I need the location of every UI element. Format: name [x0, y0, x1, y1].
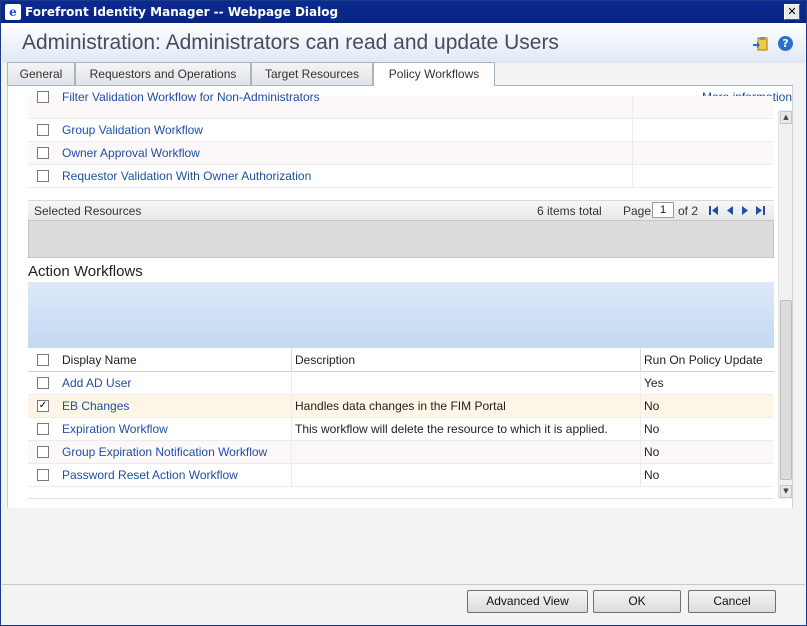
run-on-policy-update-value: No: [644, 399, 660, 413]
column-divider: [640, 349, 641, 372]
export-icon[interactable]: [752, 36, 768, 52]
workflow-link[interactable]: Filter Validation Workflow for Non-Admin…: [62, 90, 320, 104]
workflow-description: Handles data changes in the FIM Portal: [295, 399, 506, 413]
row-checkbox-checked[interactable]: ✓: [37, 400, 49, 412]
column-divider: [291, 441, 292, 464]
workflow-link[interactable]: Group Expiration Notification Workflow: [62, 445, 267, 459]
first-page-icon[interactable]: [709, 205, 719, 216]
tab-strip: General Requestors and Operations Target…: [7, 62, 802, 87]
action-workflows-title: Action Workflows: [28, 263, 143, 280]
row-checkbox[interactable]: [37, 124, 49, 136]
last-page-icon[interactable]: [755, 205, 765, 216]
column-divider: [632, 165, 633, 188]
table-row: Group Expiration Notification Workflow N…: [28, 441, 773, 464]
table-row: Add AD User Yes: [28, 372, 773, 395]
column-header-run-on-policy-update[interactable]: Run On Policy Update: [644, 353, 763, 367]
scroll-up-arrow-icon[interactable]: ▲: [780, 111, 792, 124]
workflow-link[interactable]: Expiration Workflow: [62, 422, 168, 436]
column-header-display-name[interactable]: Display Name: [62, 353, 137, 367]
column-divider: [640, 372, 641, 395]
table-bottom-border: [28, 486, 774, 499]
page-header: Administration: Administrators can read …: [2, 23, 805, 63]
row-checkbox[interactable]: [37, 377, 49, 389]
row-checkbox[interactable]: [37, 446, 49, 458]
column-divider: [640, 395, 641, 418]
tab-target-resources[interactable]: Target Resources: [251, 62, 373, 86]
cancel-button[interactable]: Cancel: [688, 590, 776, 613]
workflow-link[interactable]: Requestor Validation With Owner Authoriz…: [62, 169, 311, 183]
workflow-link[interactable]: Group Validation Workflow: [62, 123, 203, 137]
selected-resources-bar: Selected Resources 6 items total Page 1 …: [28, 200, 774, 220]
column-divider: [640, 464, 641, 487]
row-checkbox[interactable]: [37, 147, 49, 159]
run-on-policy-update-value: No: [644, 445, 660, 459]
advanced-view-button[interactable]: Advanced View: [467, 590, 588, 613]
window-title: Forefront Identity Manager -- Webpage Di…: [25, 5, 339, 19]
action-workflows-search-panel: [28, 282, 774, 348]
list-item: Requestor Validation With Owner Authoriz…: [28, 165, 773, 188]
row-checkbox[interactable]: [37, 423, 49, 435]
table-row: ✓ EB Changes Handles data changes in the…: [28, 395, 773, 418]
row-checkbox[interactable]: [37, 469, 49, 481]
dialog-footer: Advanced View OK Cancel: [2, 508, 805, 625]
help-icon[interactable]: ?: [778, 36, 793, 51]
page-label: Page: [623, 204, 652, 218]
table-row: Password Reset Action Workflow No: [28, 464, 773, 487]
list-item: Owner Approval Workflow: [28, 142, 773, 165]
workflow-link[interactable]: Password Reset Action Workflow: [62, 468, 238, 482]
page-of-label: of 2: [678, 204, 699, 218]
workflow-link[interactable]: Owner Approval Workflow: [62, 146, 200, 160]
select-all-checkbox[interactable]: [37, 354, 49, 366]
column-header-description[interactable]: Description: [295, 353, 355, 367]
table-row: Expiration Workflow This workflow will d…: [28, 418, 773, 441]
tab-general[interactable]: General: [7, 62, 75, 86]
run-on-policy-update-value: No: [644, 422, 660, 436]
close-button[interactable]: ✕: [784, 4, 800, 20]
column-divider: [291, 372, 292, 395]
dialog-window: e Forefront Identity Manager -- Webpage …: [0, 0, 807, 626]
tab-requestors-and-operations[interactable]: Requestors and Operations: [75, 62, 251, 86]
column-divider: [632, 142, 633, 165]
previous-page-icon[interactable]: [725, 205, 735, 216]
list-item: Filter Validation Workflow for Non-Admin…: [28, 90, 773, 119]
workflow-link[interactable]: Add AD User: [62, 376, 131, 390]
column-divider: [291, 349, 292, 372]
row-checkbox[interactable]: [37, 91, 49, 103]
table-header: Display Name Description Run On Policy U…: [28, 349, 774, 372]
column-divider: [291, 464, 292, 487]
workflow-link[interactable]: EB Changes: [62, 399, 129, 413]
items-total: 6 items total: [537, 204, 602, 218]
ie-icon: e: [5, 4, 21, 20]
page-number-input[interactable]: 1: [652, 202, 674, 218]
scrollbar-thumb[interactable]: [780, 300, 792, 480]
scroll-down-arrow-icon[interactable]: ▼: [780, 485, 792, 498]
tab-policy-workflows[interactable]: Policy Workflows: [373, 62, 495, 87]
column-divider: [640, 418, 641, 441]
column-divider: [632, 96, 633, 119]
column-divider: [640, 441, 641, 464]
row-checkbox[interactable]: [37, 170, 49, 182]
footer-divider: [2, 584, 805, 585]
next-page-icon[interactable]: [740, 205, 750, 216]
run-on-policy-update-value: No: [644, 468, 660, 482]
column-divider: [291, 395, 292, 418]
list-item: Group Validation Workflow: [28, 119, 773, 142]
selected-resources-box: [28, 220, 774, 258]
workflow-description: This workflow will delete the resource t…: [295, 422, 608, 436]
column-divider: [291, 418, 292, 441]
vertical-scrollbar[interactable]: ▲ ▼: [778, 110, 792, 499]
column-divider: [632, 119, 633, 142]
tab-content: More information Filter Validation Workf…: [7, 86, 793, 508]
title-bar: e Forefront Identity Manager -- Webpage …: [1, 1, 806, 23]
page-title: Administration: Administrators can read …: [22, 31, 559, 54]
run-on-policy-update-value: Yes: [644, 376, 664, 390]
selected-resources-title: Selected Resources: [34, 204, 142, 218]
ok-button[interactable]: OK: [593, 590, 681, 613]
